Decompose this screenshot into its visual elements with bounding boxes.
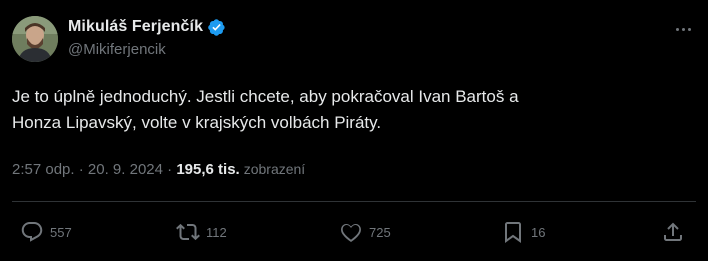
tweet: Mikuláš Ferjenčík @Mikiferjencik Je to ú…: [0, 0, 708, 261]
more-icon: [675, 27, 679, 31]
retweet-button[interactable]: 112: [176, 214, 227, 250]
tweet-text: Je to úplně jednoduchý. Jestli chcete, a…: [12, 84, 652, 136]
tweet-meta: 2:57 odp. · 20. 9. 2024 · 195,6 tis. zobr…: [12, 161, 305, 178]
more-icon-dot: [681, 27, 685, 31]
more-options-button[interactable]: [670, 16, 696, 42]
tweet-text-line: Je to úplně jednoduchý. Jestli chcete, a…: [12, 87, 519, 106]
tweet-text-line: Honza Lipavský, volte v krajských volbác…: [12, 113, 382, 132]
bookmark-icon: [505, 222, 521, 243]
share-icon: [664, 222, 682, 241]
more-icon-dot: [687, 27, 691, 31]
reply-button[interactable]: 557: [20, 214, 72, 250]
handle[interactable]: @Mikiferjencik: [68, 41, 166, 58]
reply-icon: [21, 222, 43, 242]
bookmark-count: 16: [531, 224, 546, 240]
action-bar: 557 112 725 16: [0, 214, 708, 250]
share-button[interactable]: [661, 214, 685, 250]
verified-icon: [207, 18, 226, 37]
views-label: zobrazení: [243, 161, 306, 177]
tweet-date[interactable]: 20. 9. 2024: [88, 161, 163, 178]
like-icon: [341, 224, 361, 242]
retweet-count: 112: [206, 224, 227, 240]
divider: [12, 201, 696, 202]
meta-separator: ·: [162, 161, 177, 178]
meta-separator: ·: [74, 161, 88, 178]
reply-count: 557: [50, 224, 72, 240]
author-name-row: Mikuláš Ferjenčík: [68, 16, 226, 38]
views-count: 195,6 tis.: [176, 161, 240, 178]
tweet-time[interactable]: 2:57 odp.: [12, 161, 75, 178]
like-count: 725: [369, 224, 391, 240]
retweet-icon: [176, 223, 200, 241]
bookmark-button[interactable]: 16: [501, 214, 545, 250]
display-name[interactable]: Mikuláš Ferjenčík: [68, 18, 203, 36]
avatar[interactable]: [12, 16, 58, 62]
like-button[interactable]: 725: [339, 214, 391, 250]
